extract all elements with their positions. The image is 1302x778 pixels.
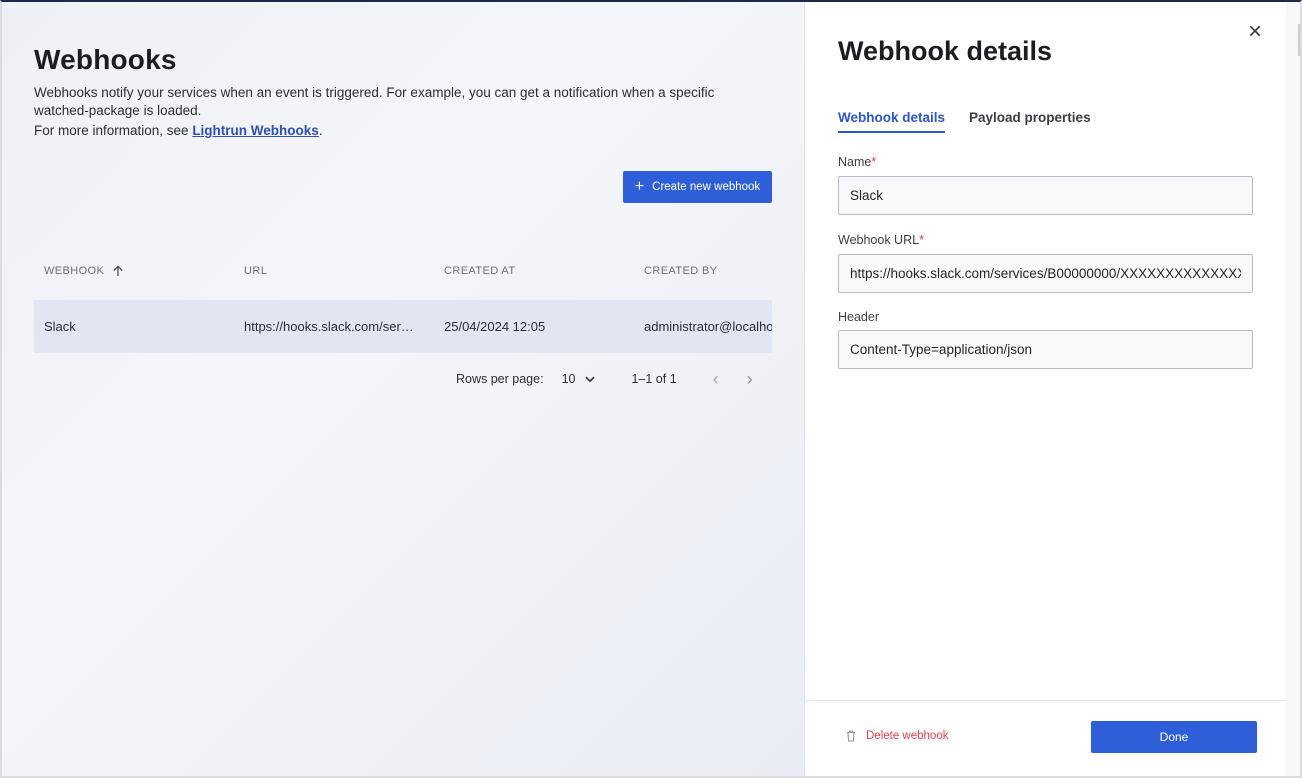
delete-webhook-label: Delete webhook <box>866 730 949 742</box>
cell-created-at: 25/04/2024 12:05 <box>444 319 546 334</box>
next-page-icon[interactable]: › <box>747 369 753 390</box>
webhook-details-panel: × Webhook details Webhook details Payloa… <box>804 2 1287 776</box>
table-row[interactable]: Slack https://hooks.slack.com/services/B… <box>34 300 772 353</box>
tab-webhook-details[interactable]: Webhook details <box>838 110 946 133</box>
header-label: Header <box>838 310 879 324</box>
chevron-down-icon <box>585 376 596 382</box>
name-label-text: Name <box>838 155 872 169</box>
webhooks-table: WEBHOOK URL CREATED AT CREATED BY Slack … <box>34 254 772 353</box>
table-header: WEBHOOK URL CREATED AT CREATED BY <box>34 254 772 288</box>
required-mark: * <box>871 155 877 169</box>
column-label: URL <box>244 265 268 277</box>
cell-created-by: administrator@localhost <box>644 319 772 334</box>
column-label: CREATED BY <box>644 265 718 277</box>
rows-per-page-value: 10 <box>561 372 576 386</box>
panel-title: Webhook details <box>838 36 1053 66</box>
footer-divider <box>805 700 1287 701</box>
column-label: WEBHOOK <box>44 265 105 277</box>
page-range: 1–1 of 1 <box>631 372 677 386</box>
done-button[interactable]: Done <box>1091 721 1257 753</box>
create-webhook-label: Create new webhook <box>652 181 761 193</box>
page-description: Webhooks notify your services when an ev… <box>34 85 715 118</box>
trash-icon <box>847 730 855 742</box>
info-prefix: For more information, see <box>34 123 193 138</box>
column-header-created-at[interactable]: CREATED AT <box>434 265 634 277</box>
info-line: For more information, see Lightrun Webho… <box>34 123 323 138</box>
column-header-created-by[interactable]: CREATED BY <box>634 265 772 277</box>
rows-per-page-label: Rows per page: <box>456 372 544 386</box>
column-label: CREATED AT <box>444 265 516 277</box>
plus-icon: + <box>634 178 645 195</box>
required-mark: * <box>919 233 924 247</box>
webhook-url-label: Webhook URL* <box>838 233 924 247</box>
scrollbar[interactable] <box>1286 2 1300 776</box>
tab-payload-properties[interactable]: Payload properties <box>969 110 1091 133</box>
previous-page-icon[interactable]: ‹ <box>713 369 719 390</box>
rows-per-page-select[interactable]: 10 <box>562 372 596 386</box>
name-field[interactable] <box>838 176 1253 215</box>
column-header-webhook[interactable]: WEBHOOK <box>34 265 234 277</box>
delete-webhook-button[interactable]: Delete webhook <box>846 730 948 742</box>
webhook-url-field[interactable] <box>838 254 1253 293</box>
create-webhook-button[interactable]: + Create new webhook <box>623 171 772 203</box>
cell-url: https://hooks.slack.com/services/B000000… <box>244 319 434 334</box>
arrow-up-icon <box>113 265 123 276</box>
lightrun-webhooks-link[interactable]: Lightrun Webhooks <box>192 123 319 138</box>
column-header-url[interactable]: URL <box>234 265 434 277</box>
close-icon[interactable]: × <box>1243 20 1267 44</box>
header-field[interactable] <box>838 330 1253 369</box>
page-nav: ‹ › <box>713 369 753 390</box>
page-title: Webhooks <box>34 44 177 75</box>
webhook-url-label-text: Webhook URL <box>838 233 920 247</box>
webhooks-page: Webhooks Webhooks notify your services w… <box>2 2 804 776</box>
scrollbar-thumb[interactable] <box>1298 24 1300 56</box>
info-suffix: . <box>318 123 323 138</box>
app-window: Webhooks Webhooks notify your services w… <box>0 0 1302 778</box>
cell-webhook: Slack <box>44 319 76 334</box>
name-label: Name* <box>838 155 876 169</box>
panel-tabs: Webhook details Payload properties <box>838 110 1091 133</box>
pagination: Rows per page: 10 1–1 of 1 ‹ › <box>456 364 753 394</box>
